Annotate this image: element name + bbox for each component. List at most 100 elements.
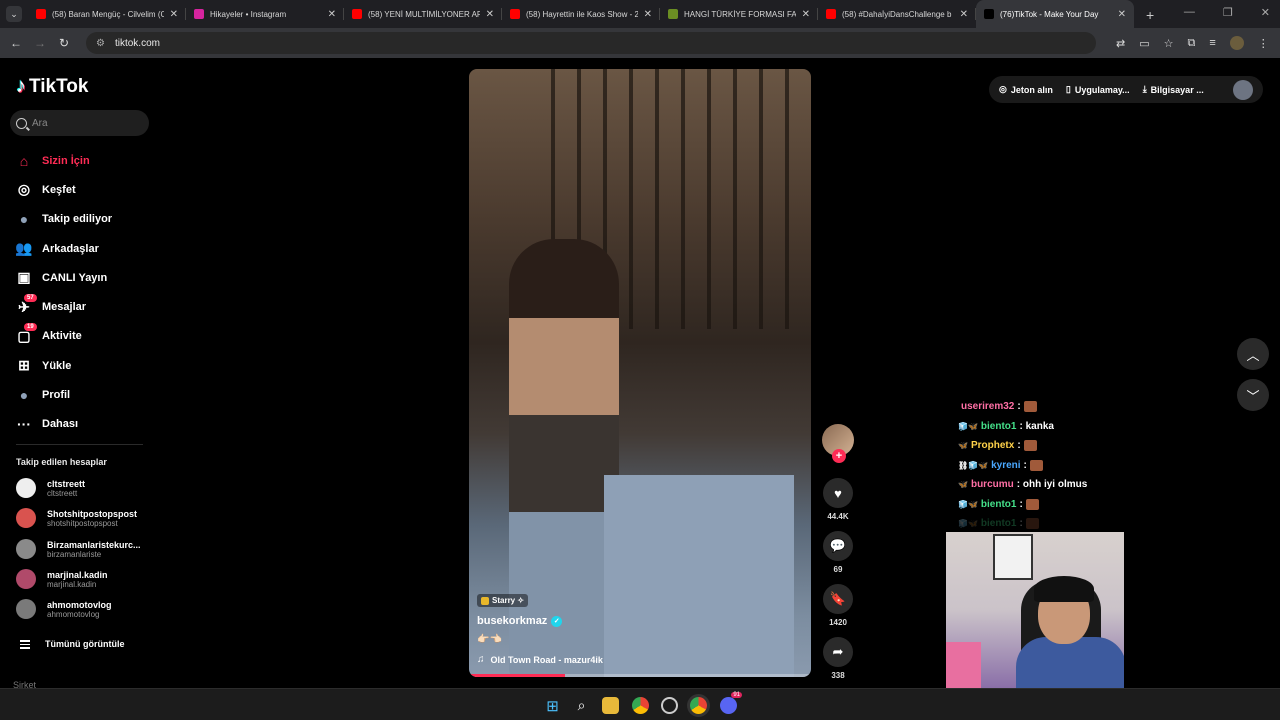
media-control-icon[interactable]: ≡: [1209, 37, 1215, 49]
chat-username: biento1: [980, 498, 1017, 510]
account-name: marjinal.kadin: [47, 569, 108, 580]
reload-icon[interactable]: ↻: [52, 36, 76, 50]
sidebar-item-messages[interactable]: ✈ 57 Mesajlar: [14, 292, 112, 321]
chat-username: biento1: [980, 420, 1017, 432]
minimize-icon[interactable]: —: [1184, 6, 1195, 19]
close-tab-icon[interactable]: ✕: [486, 9, 494, 20]
effect-sticker[interactable]: Starry ✧: [477, 594, 529, 607]
windows-start-icon[interactable]: ⊞: [544, 697, 561, 715]
followed-account[interactable]: Birzamanlaristekurc... birzamanlariste: [16, 539, 141, 559]
search-icon[interactable]: ⌕: [573, 697, 590, 714]
chat-badges: 🧊🦋: [958, 499, 978, 509]
maximize-icon[interactable]: ❐: [1223, 6, 1233, 19]
steam-icon[interactable]: [661, 697, 678, 714]
browser-tab[interactable]: Hikayeler • Instagram ✕: [186, 0, 344, 28]
emote-icon: [1025, 518, 1039, 530]
chrome-active-icon[interactable]: [690, 697, 707, 714]
like-button[interactable]: ♥ 44.4K: [822, 478, 854, 521]
profile-avatar-icon[interactable]: [1229, 36, 1244, 50]
forward-icon[interactable]: →: [28, 36, 52, 50]
close-window-icon[interactable]: ✕: [1261, 6, 1270, 19]
close-tab-icon[interactable]: ✕: [960, 9, 968, 20]
author-avatar[interactable]: +: [822, 424, 854, 463]
sidebar-item-live[interactable]: ▣ CANLI Yayın: [14, 263, 112, 292]
close-tab-icon[interactable]: ✕: [802, 9, 810, 20]
video-progress-bar[interactable]: [469, 674, 811, 677]
extensions-icon[interactable]: ⧉: [1188, 37, 1196, 50]
share-button[interactable]: ➦ 338: [822, 637, 854, 680]
browser-tab[interactable]: (58) Hayrettin ile Kaos Show - 2 ✕: [502, 0, 660, 28]
browser-tab[interactable]: (58) Baran Mengüç - Cilvelim (C ✕: [28, 0, 186, 28]
download-icon: ⤓: [1142, 84, 1147, 94]
heart-icon: ♥: [823, 478, 853, 508]
file-explorer-icon[interactable]: [602, 697, 619, 714]
browser-tab[interactable]: (58) YENİ MULTİMİLYONER ARA ✕: [344, 0, 502, 28]
followed-account[interactable]: marjinal.kadin marjinal.kadin: [16, 569, 108, 589]
sidebar-item-more[interactable]: ··· Dahası: [14, 410, 112, 439]
company-label[interactable]: Şirket: [13, 680, 36, 688]
search-input[interactable]: Ara: [10, 110, 149, 136]
previous-video-button[interactable]: ︿: [1237, 338, 1269, 370]
verified-icon: ✓: [551, 615, 563, 627]
tab-title: (58) Baran Mengüç - Cilvelim (C: [52, 9, 164, 19]
get-coins-button[interactable]: ◎ Jeton alın: [999, 84, 1053, 95]
sidebar-item-label: Profil: [42, 389, 71, 402]
messages-icon: ✈ 57: [14, 294, 37, 317]
menu-kebab-icon[interactable]: ⋮: [1258, 37, 1269, 50]
music-title: Old Town Road - mazur4ik: [490, 654, 603, 665]
close-tab-icon[interactable]: ✕: [1118, 9, 1126, 20]
like-count: 44.4K: [827, 512, 849, 521]
sidebar-item-profile[interactable]: ● Profil: [14, 380, 112, 409]
browser-tab[interactable]: (76)TikTok - Make Your Day ✕: [976, 0, 1134, 28]
save-button[interactable]: 🔖 1420: [822, 584, 854, 627]
compass-icon: ◎: [17, 181, 31, 198]
profile-icon: ●: [19, 387, 29, 404]
desktop-app-button[interactable]: ⤓ Bilgisayar ...: [1143, 84, 1204, 95]
back-icon[interactable]: ←: [4, 36, 28, 50]
sidebar-item-upload[interactable]: ⊞ Yükle: [14, 351, 112, 380]
address-bar[interactable]: ⚙ tiktok.com: [86, 32, 1096, 54]
sidebar-item-following-avatar[interactable]: ● Takip ediliyor: [14, 205, 112, 234]
chat-message: 🧊🦋 biento1: kanka: [958, 417, 1258, 437]
video-author[interactable]: busekorkmaz ✓: [477, 615, 603, 627]
followed-account[interactable]: cltstreett cltstreett: [16, 478, 85, 498]
chrome-icon[interactable]: [632, 697, 649, 714]
tiktok-note-icon: ♪: [16, 75, 26, 97]
tab-search-dropdown-icon[interactable]: ⌄: [6, 6, 22, 22]
followed-account[interactable]: Shotshitpostopspost shotshitpostopspost: [16, 508, 137, 528]
get-app-button[interactable]: ▯ Uygulamay...: [1066, 84, 1130, 95]
comment-button[interactable]: 💬 69: [822, 531, 854, 574]
close-tab-icon[interactable]: ✕: [170, 9, 178, 20]
video-music[interactable]: ♫ Old Town Road - mazur4ik: [477, 654, 603, 665]
cast-icon[interactable]: ▭: [1139, 37, 1149, 50]
see-all-button[interactable]: Tümünü görüntüle: [20, 638, 124, 651]
user-avatar[interactable]: [1233, 79, 1253, 100]
tiktok-logo[interactable]: ♪ TikTok: [16, 75, 88, 98]
discord-icon[interactable]: 91: [720, 692, 742, 714]
bookmark-star-icon[interactable]: ☆: [1164, 37, 1174, 50]
sidebar-item-friends[interactable]: 👥 Arkadaşlar: [14, 234, 112, 263]
close-tab-icon[interactable]: ✕: [644, 9, 652, 20]
translate-icon[interactable]: ⇄: [1116, 37, 1125, 50]
avatar: [16, 478, 36, 498]
live-icon: ▣: [17, 269, 31, 286]
account-handle: birzamanlariste: [47, 549, 102, 559]
video-player[interactable]: Starry ✧ busekorkmaz ✓ 👉🏻👈🏻 ♫ Old Town R…: [469, 69, 811, 677]
more-icon: ···: [17, 416, 31, 433]
following-avatar-icon: ●: [19, 211, 29, 228]
close-tab-icon[interactable]: ✕: [328, 9, 336, 20]
follow-plus-icon[interactable]: +: [832, 449, 846, 463]
browser-tab[interactable]: (58) #DahaİyiDansChallenge b ✕: [818, 0, 976, 28]
sidebar-item-compass[interactable]: ◎ Keşfet: [14, 175, 112, 204]
chat-text: :: [1019, 518, 1023, 530]
chat-message: 🦋 Prophetx:: [958, 436, 1258, 456]
tab-title: (76)TikTok - Make Your Day: [1000, 9, 1099, 19]
sidebar-item-activity[interactable]: ▢ 19 Aktivite: [14, 322, 112, 351]
site-info-icon[interactable]: ⚙: [96, 38, 105, 49]
browser-tab[interactable]: HANGİ TÜRKİYE FORMASI FAV ✕: [660, 0, 818, 28]
followed-account[interactable]: ahmomotovlog ahmomotovlog: [16, 599, 112, 619]
sidebar-item-home[interactable]: ⌂ Sizin İçin: [14, 146, 112, 175]
avatar: [16, 599, 36, 619]
new-tab-button[interactable]: +: [1146, 7, 1154, 23]
music-note-icon: ♫: [477, 654, 485, 665]
